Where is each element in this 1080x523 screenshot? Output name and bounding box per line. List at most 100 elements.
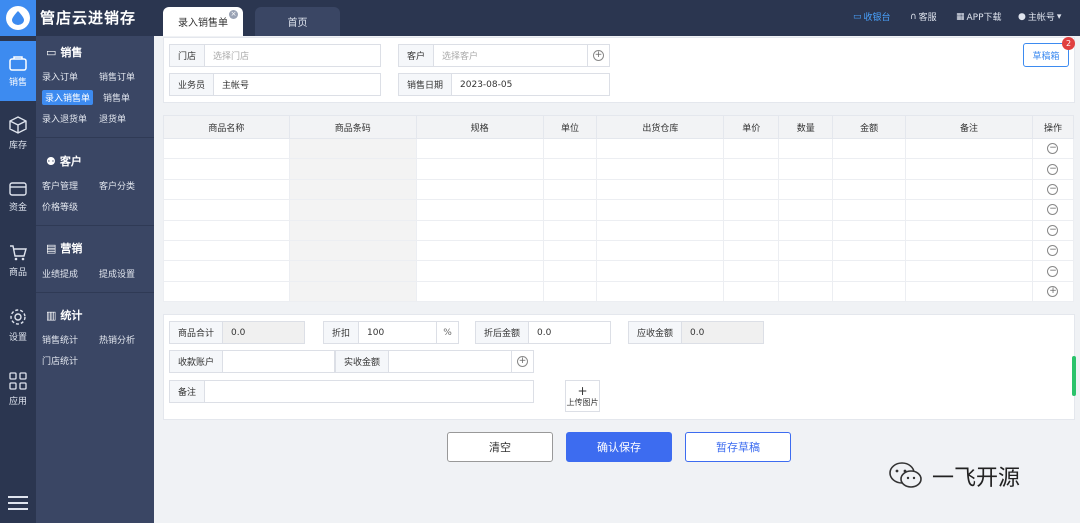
remove-row-icon[interactable]: − — [1047, 245, 1059, 257]
table-cell[interactable] — [288, 158, 417, 180]
table-cell[interactable] — [163, 199, 290, 221]
customer-input[interactable]: 选择客户 — [434, 45, 587, 66]
table-cell[interactable] — [723, 239, 780, 262]
discount-field[interactable]: 折扣 100 % — [323, 321, 459, 344]
sidebar-item-sales-order[interactable]: 销售订单 — [99, 70, 135, 83]
add-customer-button[interactable]: + — [587, 45, 609, 66]
store-field[interactable]: 门店 选择门店 — [169, 44, 381, 67]
sale-date-field[interactable]: 销售日期 2023-08-05 — [398, 73, 610, 96]
table-cell[interactable] — [723, 280, 780, 303]
nav-sales[interactable]: 销售 — [0, 41, 36, 101]
payment-account-input[interactable] — [223, 351, 334, 372]
table-cell[interactable] — [723, 158, 780, 180]
table-cell[interactable] — [415, 260, 544, 282]
nav-settings[interactable]: 设置 — [0, 295, 36, 355]
table-cell[interactable] — [832, 178, 907, 201]
tab-enter-sales-order[interactable]: 录入销售单 × — [163, 7, 243, 36]
remove-row-icon[interactable]: − — [1047, 163, 1059, 175]
sidebar-item-hot-sales[interactable]: 热销分析 — [99, 333, 135, 346]
sidebar-item-customer-category[interactable]: 客户分类 — [99, 179, 135, 192]
table-cell[interactable] — [778, 260, 834, 282]
table-cell[interactable] — [596, 199, 725, 221]
save-draft-button[interactable]: 暂存草稿 — [685, 432, 791, 462]
table-cell[interactable] — [288, 199, 417, 221]
table-cell[interactable] — [542, 158, 598, 180]
table-cell[interactable] — [288, 280, 417, 303]
table-cell[interactable] — [778, 239, 834, 262]
app-logo[interactable] — [0, 0, 36, 36]
table-cell[interactable] — [832, 239, 907, 262]
sidebar-item-commission[interactable]: 业绩提成 — [42, 267, 78, 280]
table-cell[interactable] — [905, 260, 1033, 282]
table-cell[interactable] — [163, 219, 290, 241]
table-cell[interactable] — [163, 280, 290, 303]
table-cell[interactable] — [542, 260, 598, 282]
received-amount-field[interactable]: 实收金额 + — [335, 350, 534, 373]
add-payment-button[interactable]: + — [511, 351, 533, 372]
table-cell[interactable] — [288, 219, 417, 241]
close-icon[interactable]: × — [229, 10, 238, 19]
table-cell[interactable] — [778, 219, 834, 241]
table-cell[interactable] — [905, 219, 1033, 241]
remove-row-icon[interactable]: − — [1047, 204, 1059, 216]
discount-input[interactable]: 100 — [359, 322, 436, 343]
table-cell[interactable] — [415, 158, 544, 180]
table-cell[interactable] — [596, 158, 725, 180]
table-cell[interactable] — [778, 158, 834, 180]
table-cell[interactable] — [542, 137, 598, 160]
confirm-save-button[interactable]: 确认保存 — [566, 432, 672, 462]
table-cell[interactable] — [288, 137, 417, 160]
table-cell[interactable] — [832, 158, 907, 180]
table-cell[interactable] — [288, 260, 417, 282]
table-cell[interactable] — [415, 178, 544, 201]
table-cell[interactable] — [415, 239, 544, 262]
table-cell[interactable] — [905, 239, 1033, 262]
table-cell[interactable] — [415, 280, 544, 303]
table-cell[interactable] — [905, 280, 1033, 303]
customer-field[interactable]: 客户 选择客户 + — [398, 44, 610, 67]
table-cell[interactable] — [723, 199, 780, 221]
tab-home[interactable]: 首页 — [255, 7, 340, 36]
table-cell[interactable] — [542, 280, 598, 303]
table-cell[interactable] — [163, 260, 290, 282]
sale-date-input[interactable]: 2023-08-05 — [452, 74, 609, 95]
sidebar-item-customer-mgmt[interactable]: 客户管理 — [42, 179, 78, 192]
salesman-field[interactable]: 业务员 主帐号 — [169, 73, 381, 96]
table-cell[interactable] — [778, 280, 834, 303]
table-cell[interactable] — [778, 199, 834, 221]
table-cell[interactable] — [596, 260, 725, 282]
table-cell[interactable] — [163, 137, 290, 160]
nav-inventory[interactable]: 库存 — [0, 103, 36, 163]
table-cell[interactable] — [163, 178, 290, 201]
store-input[interactable]: 选择门店 — [205, 45, 380, 66]
table-cell[interactable] — [415, 219, 544, 241]
remove-row-icon[interactable]: − — [1047, 265, 1059, 277]
table-cell[interactable] — [905, 137, 1033, 160]
scrollbar[interactable] — [1072, 356, 1076, 396]
sidebar-item-commission-settings[interactable]: 提成设置 — [99, 267, 135, 280]
remove-row-icon[interactable]: − — [1047, 224, 1059, 236]
nav-funds[interactable]: 资金 — [0, 167, 36, 227]
menu-toggle-icon[interactable] — [8, 492, 28, 514]
account-menu[interactable]: ● 主帐号 ▾ — [1018, 10, 1061, 24]
note-field[interactable]: 备注 — [169, 380, 534, 403]
table-cell[interactable] — [723, 137, 780, 160]
table-cell[interactable] — [596, 280, 725, 303]
salesman-input[interactable]: 主帐号 — [214, 74, 380, 95]
nav-goods[interactable]: 商品 — [0, 231, 36, 291]
remove-row-icon[interactable]: − — [1047, 143, 1059, 155]
table-cell[interactable] — [288, 239, 417, 262]
table-cell[interactable] — [832, 260, 907, 282]
table-cell[interactable] — [596, 137, 725, 160]
table-cell[interactable] — [723, 178, 780, 201]
table-cell[interactable] — [832, 199, 907, 221]
table-cell[interactable] — [415, 137, 544, 160]
sidebar-item-price-level[interactable]: 价格等级 — [42, 200, 78, 213]
table-cell[interactable] — [905, 199, 1033, 221]
table-cell[interactable] — [163, 239, 290, 262]
table-cell[interactable] — [905, 178, 1033, 201]
table-cell[interactable] — [596, 178, 725, 201]
cashier-link[interactable]: ▭ 收银台 — [853, 10, 891, 24]
note-input[interactable] — [205, 381, 533, 402]
remove-row-icon[interactable]: − — [1047, 183, 1059, 195]
